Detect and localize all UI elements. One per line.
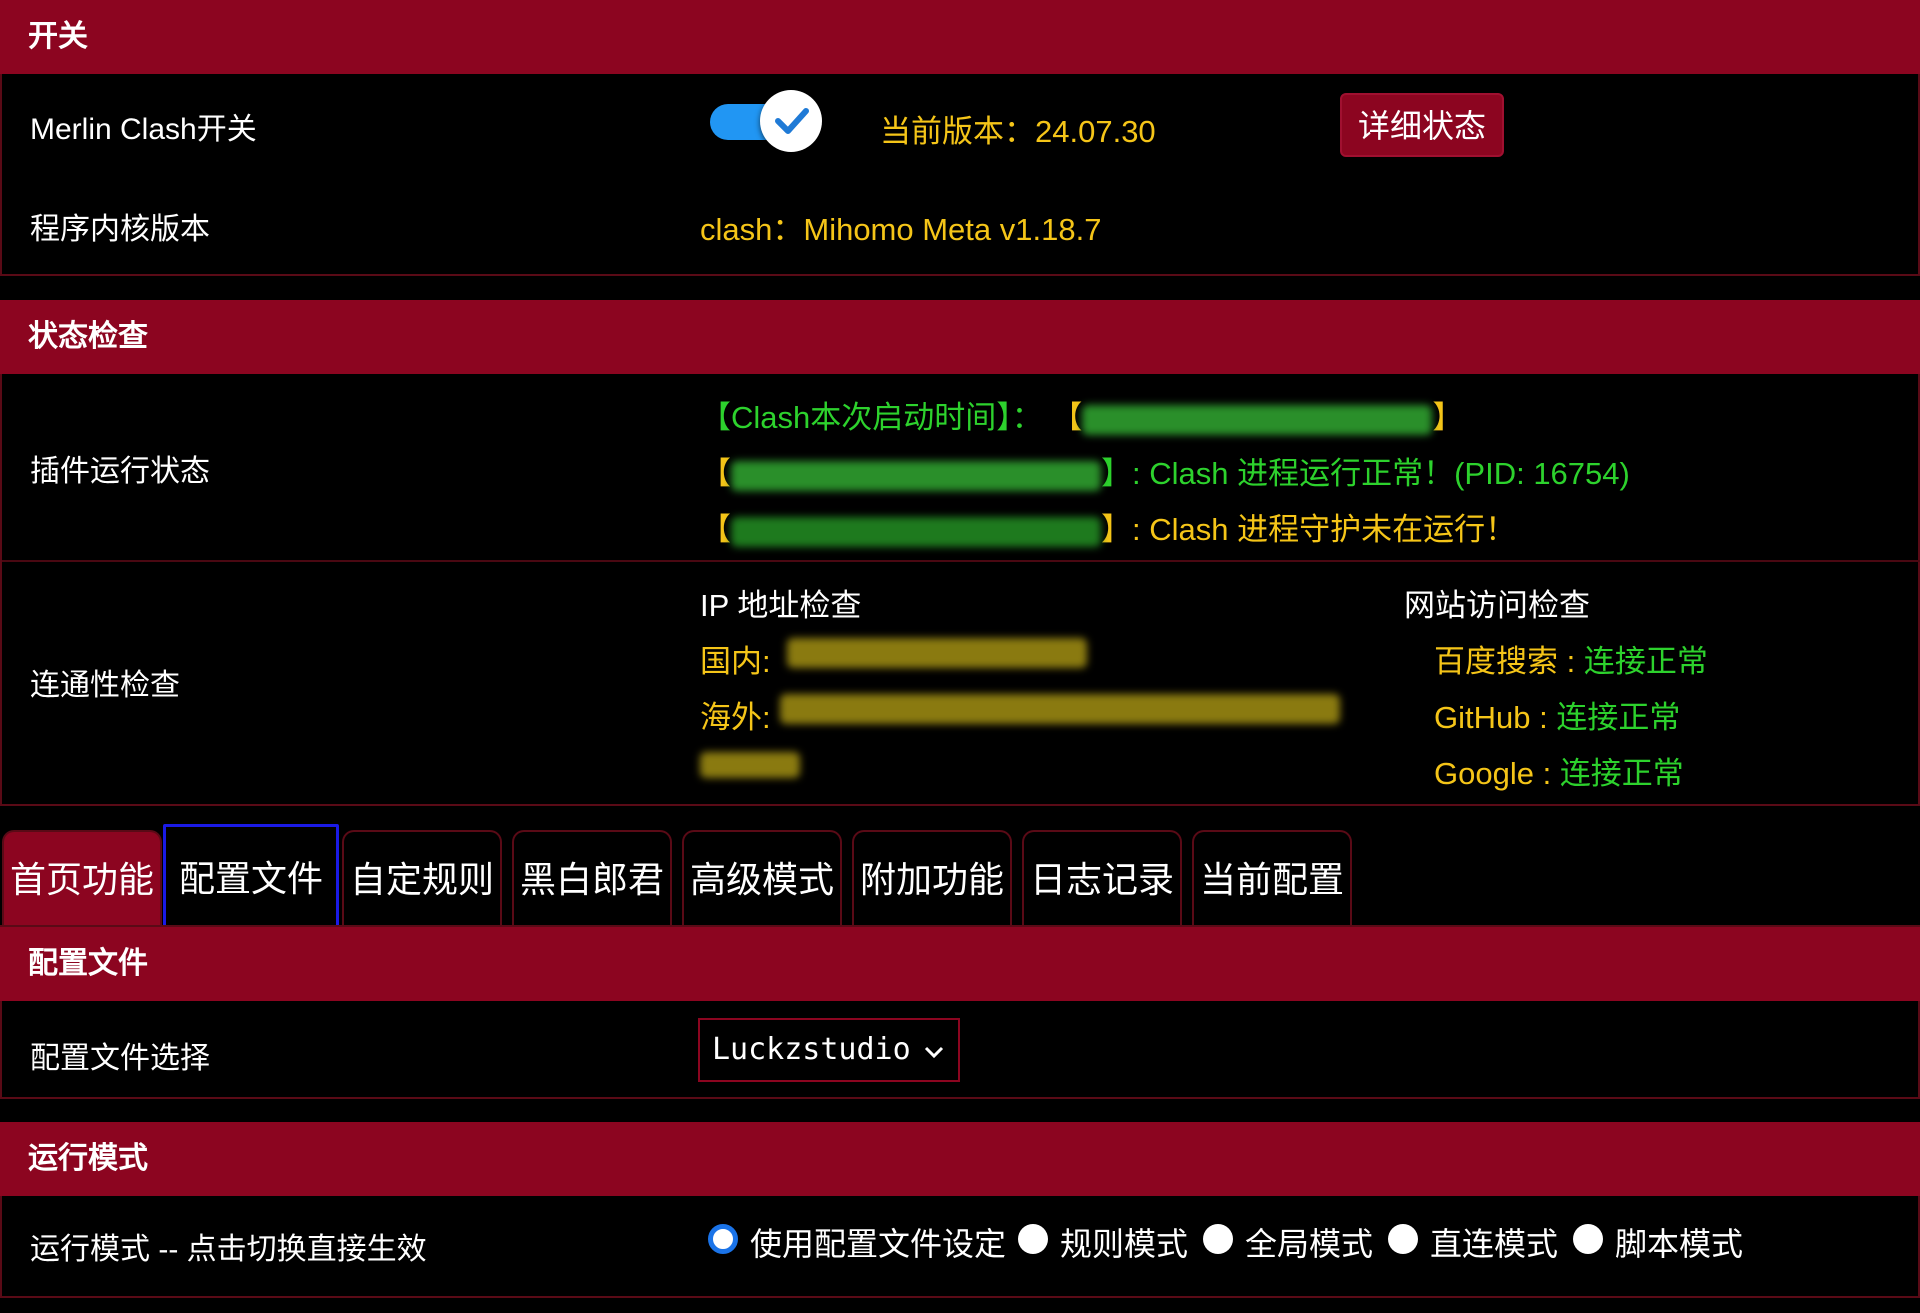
tab-custom-rules[interactable]: 自定规则 — [342, 830, 502, 926]
mode-label: 运行模式 -- 点击切换直接生效 — [30, 1233, 427, 1266]
bracket-open: 【 — [700, 456, 731, 491]
tab-addons[interactable]: 附加功能 — [852, 830, 1012, 926]
section-header-status: 状态检查 — [0, 300, 1920, 374]
section-title: 运行模式 — [28, 1142, 148, 1175]
section-title: 开关 — [28, 20, 88, 53]
section-title: 状态检查 — [28, 320, 148, 353]
domestic-ip-label: 国内: — [700, 644, 771, 679]
site-sep: : — [1533, 756, 1560, 791]
section-header-switch: 开关 — [0, 0, 1920, 74]
section-header-config: 配置文件 — [0, 927, 1920, 1001]
config-file-select[interactable]: Luckzstudio — [698, 1018, 960, 1082]
redacted-ip — [787, 638, 1087, 668]
redacted-start-time — [1082, 404, 1433, 435]
tab-home[interactable]: 首页功能 — [2, 830, 162, 926]
radio-dot — [708, 1224, 738, 1254]
site-sep: : — [1530, 700, 1557, 735]
config-panel: 配置文件选择 — [0, 1001, 1920, 1099]
version-text: 当前版本：24.07.30 — [880, 114, 1156, 149]
core-version-label: 程序内核版本 — [30, 213, 210, 246]
redacted-ip — [780, 694, 1340, 724]
overseas-ip-value-cont — [700, 752, 800, 778]
site-check-title: 网站访问检查 — [1404, 588, 1590, 623]
start-time-line: 【Clash本次启动时间】： 【 】 — [700, 392, 1463, 437]
overseas-ip-label: 海外: — [700, 700, 771, 735]
toggle-knob — [760, 90, 822, 152]
redacted-timestamp — [731, 516, 1101, 547]
section-title: 配置文件 — [28, 947, 148, 980]
status-panel: 插件运行状态 【Clash本次启动时间】： 【】 【】: Clash 进程运行正… — [0, 374, 1920, 806]
process-status-msg: 】: Clash 进程运行正常！(PID: 16754) — [1101, 456, 1630, 491]
radio-dot — [1388, 1224, 1418, 1254]
clash-switch-toggle[interactable] — [710, 90, 822, 152]
plugin-status-label: 插件运行状态 — [30, 455, 210, 488]
site-row-google: Google : 连接正常 — [1434, 748, 1684, 793]
tab-logs[interactable]: 日志记录 — [1022, 830, 1182, 926]
switch-label: Merlin Clash开关 — [30, 113, 257, 146]
overseas-ip-value — [780, 694, 1340, 724]
process-status-line: 【 】: Clash 进程运行正常！(PID: 16754) — [700, 448, 1630, 493]
site-row-github: GitHub : 连接正常 — [1434, 692, 1680, 737]
redacted-ip — [700, 752, 800, 778]
radio-label: 规则模式 — [1060, 1226, 1189, 1262]
site-status: 连接正常 — [1556, 700, 1681, 735]
start-time-label: 【Clash本次启动时间】： — [700, 400, 1043, 435]
core-version-value: clash：Mihomo Meta v1.18.7 — [700, 212, 1102, 247]
site-name: 百度搜索 — [1434, 644, 1558, 679]
site-sep: : — [1558, 644, 1584, 679]
site-name: GitHub — [1434, 700, 1531, 735]
tab-advanced[interactable]: 高级模式 — [682, 830, 842, 926]
detail-status-button[interactable]: 详细状态 — [1340, 93, 1504, 157]
site-name: Google — [1434, 756, 1534, 791]
config-select-label: 配置文件选择 — [30, 1042, 210, 1075]
connectivity-label: 连通性检查 — [30, 669, 180, 702]
site-status: 连接正常 — [1583, 644, 1708, 679]
redacted-timestamp — [731, 460, 1101, 491]
chevron-down-icon — [922, 1022, 946, 1104]
switch-panel: Merlin Clash开关 当前版本：24.07.30 详细状态 程序内核版本… — [0, 74, 1920, 276]
bracket-close: 】 — [1432, 400, 1464, 435]
section-header-mode: 运行模式 — [0, 1122, 1920, 1196]
bracket-open: 【 — [700, 512, 731, 547]
check-icon — [775, 108, 809, 134]
select-value: Luckzstudio — [712, 1032, 911, 1067]
radio-dot — [1573, 1224, 1603, 1254]
radio-dot — [1203, 1224, 1233, 1254]
guard-status-line: 【 】: Clash 进程守护未在运行！ — [700, 504, 1516, 549]
domestic-ip-value — [787, 638, 1087, 668]
tab-current-config[interactable]: 当前配置 — [1192, 830, 1352, 926]
bracket-open: 【 — [1051, 400, 1083, 435]
site-status: 连接正常 — [1559, 756, 1684, 791]
tab-config-file[interactable]: 配置文件 — [163, 824, 339, 928]
radio-label: 使用配置文件设定 — [750, 1226, 1007, 1262]
radio-dot — [1018, 1224, 1048, 1254]
tab-black-white[interactable]: 黑白郎君 — [512, 830, 672, 926]
radio-label: 脚本模式 — [1615, 1226, 1744, 1262]
row-divider — [2, 560, 1920, 562]
radio-label: 全局模式 — [1245, 1226, 1374, 1262]
radio-label: 直连模式 — [1430, 1226, 1559, 1262]
site-row-baidu: 百度搜索 : 连接正常 — [1434, 636, 1708, 681]
guard-status-msg: 】: Clash 进程守护未在运行！ — [1101, 512, 1517, 547]
ip-check-title: IP 地址检查 — [700, 588, 862, 623]
